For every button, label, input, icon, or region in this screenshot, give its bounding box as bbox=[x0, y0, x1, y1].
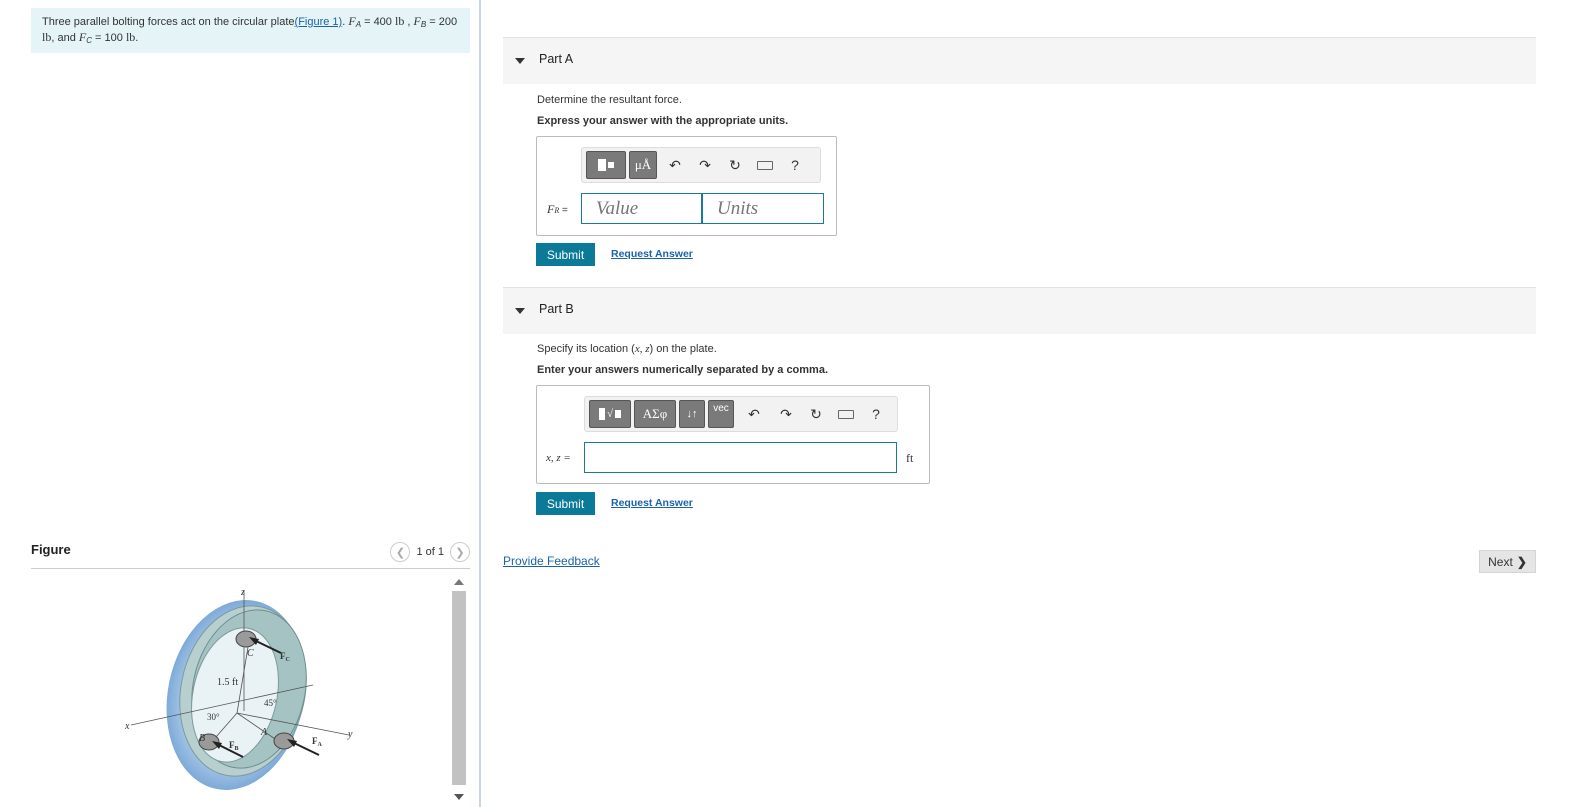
pager-text: 1 of 1 bbox=[416, 546, 444, 558]
keyboard-icon[interactable] bbox=[750, 157, 780, 173]
figure-pager: ❮ 1 of 1 ❯ bbox=[390, 542, 470, 562]
xz-label: x, z = bbox=[546, 452, 571, 464]
figure-scrollbar[interactable] bbox=[450, 573, 467, 807]
template-sqrt-icon: √ bbox=[598, 408, 622, 420]
point-a-label: A bbox=[260, 727, 268, 738]
units-symbol-button[interactable]: μÅ bbox=[629, 151, 657, 179]
ft-unit-label: ft bbox=[906, 451, 914, 465]
part-b-question-vars: x, z bbox=[634, 343, 650, 355]
point-b-label: B bbox=[199, 733, 205, 744]
caret-down-icon bbox=[515, 58, 525, 64]
chevron-right-icon: ❯ bbox=[1516, 554, 1527, 569]
part-a-question: Determine the resultant force. bbox=[537, 94, 682, 106]
subscript-button[interactable]: ↓↑ bbox=[679, 400, 705, 428]
z-axis-label: z bbox=[240, 587, 245, 598]
templates-button[interactable]: √ bbox=[589, 400, 631, 428]
fa-value: = 400 bbox=[361, 16, 395, 28]
fb-unit: lb bbox=[42, 30, 52, 44]
part-b-instruction: Enter your answers numerically separated… bbox=[537, 364, 829, 376]
redo-icon[interactable]: ↷ bbox=[690, 157, 720, 174]
keyboard-icon[interactable] bbox=[831, 406, 861, 422]
figure-link[interactable]: (Figure 1) bbox=[295, 16, 343, 28]
fb-var: F bbox=[413, 14, 421, 28]
redo-icon[interactable]: ↷ bbox=[771, 406, 801, 423]
part-a-header[interactable]: Part A bbox=[503, 37, 1536, 84]
chevron-left-icon: ❮ bbox=[395, 546, 406, 559]
reset-icon[interactable]: ↻ bbox=[801, 406, 831, 423]
part-b-submit-button[interactable]: Submit bbox=[536, 492, 595, 515]
figure-image: z x y C B A 1.5 ft 30° 45° FC FB FA bbox=[31, 573, 441, 807]
part-b-toolbar: √ ΑΣφ ↓↑ vec ↶ ↷ ↻ ? bbox=[584, 396, 898, 432]
force-a-sub: A bbox=[318, 742, 323, 748]
part-b-request-answer-link[interactable]: Request Answer bbox=[611, 497, 693, 509]
part-b-answer-box: √ ΑΣφ ↓↑ vec ↶ ↷ ↻ ? x, z = ft bbox=[536, 385, 930, 484]
answer-panel: Part A Determine the resultant force. Ex… bbox=[503, 0, 1537, 807]
next-label: Next bbox=[1488, 554, 1513, 569]
vector-button[interactable]: vec bbox=[708, 400, 734, 428]
part-a-request-answer-link[interactable]: Request Answer bbox=[611, 248, 693, 260]
fa-unit: lb bbox=[394, 14, 405, 28]
y-axis-label: y bbox=[347, 729, 353, 740]
scroll-thumb[interactable] bbox=[452, 591, 466, 785]
part-a-instruction: Express your answer with the appropriate… bbox=[537, 115, 789, 127]
greek-symbols-label: ΑΣφ bbox=[642, 406, 668, 421]
next-button[interactable]: Next ❯ bbox=[1479, 550, 1536, 573]
angle-45-label: 45° bbox=[264, 698, 277, 708]
problem-text: Three parallel bolting forces act on the… bbox=[42, 16, 295, 28]
fa-var: F bbox=[348, 14, 356, 28]
circular-plate-diagram: z x y C B A 1.5 ft 30° 45° FC FB FA bbox=[124, 587, 353, 790]
radius-label: 1.5 ft bbox=[217, 677, 238, 688]
force-b-sub: B bbox=[235, 746, 239, 752]
undo-icon[interactable]: ↶ bbox=[660, 157, 690, 174]
part-b-question: Specify its location (x, z) on the plate… bbox=[537, 343, 717, 355]
point-c-label: C bbox=[247, 648, 254, 659]
part-b-question-post: ) on the plate. bbox=[649, 343, 717, 355]
problem-statement: Three parallel bolting forces act on the… bbox=[31, 8, 470, 53]
force-a-label: FA bbox=[312, 736, 323, 748]
x-axis-label: x bbox=[124, 721, 130, 732]
part-a-submit-button[interactable]: Submit bbox=[536, 243, 595, 266]
template-icon bbox=[598, 159, 614, 171]
part-b-header[interactable]: Part B bbox=[503, 287, 1536, 334]
caret-down-icon bbox=[515, 308, 525, 314]
fb-value: = 200 bbox=[426, 16, 458, 28]
prev-figure-button[interactable]: ❮ bbox=[390, 542, 411, 562]
greek-symbols-button[interactable]: ΑΣφ bbox=[634, 400, 676, 428]
help-icon[interactable]: ? bbox=[780, 157, 810, 173]
chevron-right-icon: ❯ bbox=[455, 546, 465, 559]
scroll-down-icon[interactable] bbox=[454, 794, 464, 800]
force-c-sub: C bbox=[286, 657, 290, 663]
part-a-toolbar: μÅ ↶ ↷ ↻ ? bbox=[581, 147, 821, 183]
fr-eq: = bbox=[559, 205, 568, 216]
part-a-answer-box: μÅ ↶ ↷ ↻ ? FR = bbox=[536, 136, 837, 236]
and-text: , and bbox=[51, 32, 79, 44]
subscript-label: ↓↑ bbox=[686, 408, 698, 420]
fc-unit: lb bbox=[125, 30, 136, 44]
templates-button[interactable] bbox=[586, 151, 626, 179]
figure-title: Figure bbox=[31, 542, 71, 557]
next-figure-button[interactable]: ❯ bbox=[450, 542, 470, 562]
units-symbol-label: μÅ bbox=[634, 157, 652, 172]
fc-value: = 100 bbox=[92, 32, 126, 44]
part-b-question-pre: Specify its location ( bbox=[537, 343, 635, 355]
figure-header: Figure ❮ 1 of 1 ❯ bbox=[31, 540, 470, 569]
problem-panel: Three parallel bolting forces act on the… bbox=[0, 0, 481, 807]
angle-30-label: 30° bbox=[207, 712, 220, 722]
value-input[interactable] bbox=[581, 193, 702, 224]
vector-label: vec bbox=[713, 403, 729, 414]
scroll-up-icon[interactable] bbox=[454, 579, 464, 585]
fr-label: FR = bbox=[547, 202, 568, 217]
provide-feedback-link[interactable]: Provide Feedback bbox=[503, 554, 600, 568]
end-period: . bbox=[135, 32, 139, 44]
reset-icon[interactable]: ↻ bbox=[720, 157, 750, 174]
undo-icon[interactable]: ↶ bbox=[737, 406, 771, 423]
units-input[interactable] bbox=[702, 193, 824, 224]
part-b-title: Part B bbox=[539, 302, 574, 316]
part-a-title: Part A bbox=[539, 52, 574, 66]
xz-input[interactable] bbox=[584, 442, 897, 473]
help-icon[interactable]: ? bbox=[861, 406, 891, 422]
